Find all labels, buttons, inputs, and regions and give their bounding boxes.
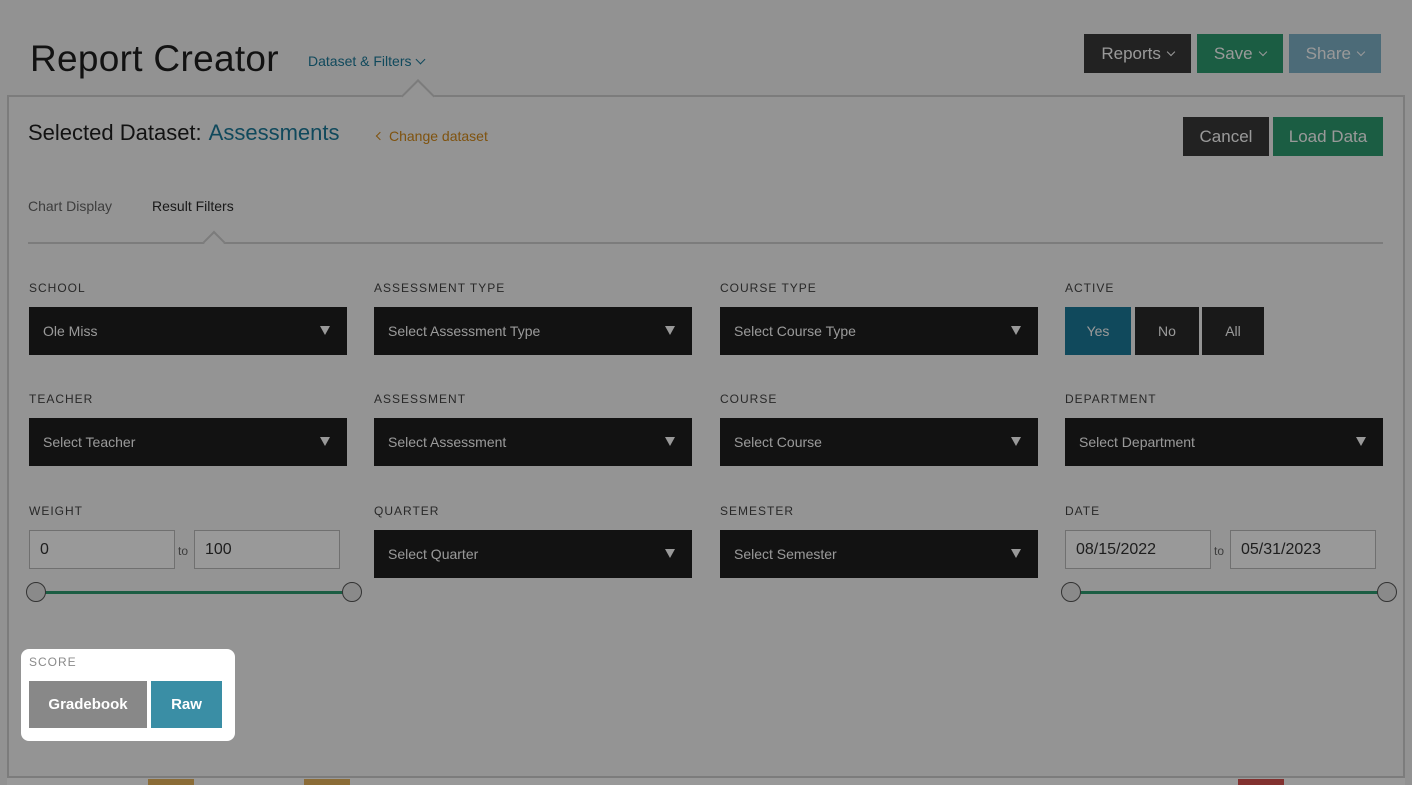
weight-label: WEIGHT [29,504,83,518]
tab-divider [28,242,1383,244]
weight-max-input[interactable] [194,530,340,569]
department-value: Select Department [1079,434,1195,450]
quarter-value: Select Quarter [388,546,479,562]
dropdown-arrow-icon [1356,437,1366,446]
selected-dataset: Selected Dataset: Assessments [28,120,340,146]
dropdown-arrow-icon [665,437,675,446]
quarter-select[interactable]: Select Quarter [374,530,692,578]
dropdown-arrow-icon [320,326,330,335]
date-slider-track[interactable] [1071,591,1387,594]
load-data-button[interactable]: Load Data [1273,117,1383,156]
chart-preview-cell [1238,779,1284,785]
dataset-filters-menu[interactable]: Dataset & Filters [308,53,426,69]
chevron-down-icon [416,54,426,64]
assessment-type-label: ASSESSMENT TYPE [374,281,506,295]
tab-chart-display[interactable]: Chart Display [28,196,112,216]
semester-select[interactable]: Select Semester [720,530,1038,578]
date-label: DATE [1065,504,1101,518]
course-type-value: Select Course Type [734,323,856,339]
teacher-select[interactable]: Select Teacher [29,418,347,466]
weight-slider-min-handle[interactable] [26,582,46,602]
quarter-label: QUARTER [374,504,440,518]
semester-value: Select Semester [734,546,837,562]
dropdown-arrow-icon [1011,326,1021,335]
school-value: Ole Miss [43,323,98,339]
chart-preview-strip [7,778,1405,785]
date-slider-min-handle[interactable] [1061,582,1081,602]
weight-slider-max-handle[interactable] [342,582,362,602]
active-yes-button[interactable]: Yes [1065,307,1131,355]
date-slider-max-handle[interactable] [1377,582,1397,602]
chevron-down-icon [1166,47,1176,56]
date-end-input[interactable] [1230,530,1376,569]
score-gradebook-button[interactable]: Gradebook [29,681,147,728]
chart-preview-cell [304,779,350,785]
assessment-type-select[interactable]: Select Assessment Type [374,307,692,355]
department-label: DEPARTMENT [1065,392,1157,406]
reports-label: Reports [1101,43,1161,63]
active-all-button[interactable]: All [1202,307,1264,355]
course-label: COURSE [720,392,778,406]
dropdown-arrow-icon [665,549,675,558]
page-header: Report Creator Dataset & Filters Reports… [0,0,1412,96]
selected-dataset-prefix: Selected Dataset: [28,120,202,145]
assessment-label: ASSESSMENT [374,392,467,406]
chart-preview-cell [148,779,194,785]
weight-slider-track[interactable] [36,591,352,594]
selected-dataset-name: Assessments [208,120,340,145]
save-button[interactable]: Save [1196,34,1283,73]
cancel-button[interactable]: Cancel [1183,117,1269,156]
chevron-left-icon [375,131,385,141]
chevron-down-icon [1356,47,1366,56]
page-title: Report Creator [30,38,279,79]
weight-min-input[interactable] [29,530,175,569]
weight-to-label: to [178,544,189,558]
teacher-label: TEACHER [29,392,94,406]
save-label: Save [1213,43,1253,63]
dropdown-arrow-icon [320,437,330,446]
dropdown-arrow-icon [665,326,675,335]
score-label: SCORE [29,655,77,669]
dropdown-arrow-icon [1011,549,1021,558]
assessment-select[interactable]: Select Assessment [374,418,692,466]
course-select[interactable]: Select Course [720,418,1038,466]
active-label: ACTIVE [1065,281,1115,295]
school-label: SCHOOL [29,281,86,295]
course-value: Select Course [734,434,822,450]
dataset-filters-label: Dataset & Filters [308,53,412,69]
semester-label: SEMESTER [720,504,795,518]
chevron-down-icon [1258,47,1267,56]
active-no-button[interactable]: No [1135,307,1199,355]
score-raw-button[interactable]: Raw [151,681,222,728]
date-start-input[interactable] [1065,530,1211,569]
course-type-select[interactable]: Select Course Type [720,307,1038,355]
department-select[interactable]: Select Department [1065,418,1383,466]
assessment-value: Select Assessment [388,434,507,450]
panel-tabs: Chart Display Result Filters [28,196,234,216]
school-select[interactable]: Ole Miss [29,307,347,355]
share-label: Share [1305,43,1351,63]
top-actions: Reports Save Share [1084,34,1381,73]
dropdown-arrow-icon [1011,437,1021,446]
change-dataset-link[interactable]: Change dataset [375,128,488,144]
tab-result-filters[interactable]: Result Filters [152,196,234,216]
change-dataset-label: Change dataset [389,128,488,144]
share-button[interactable]: Share [1288,34,1381,73]
assessment-type-value: Select Assessment Type [388,323,541,339]
reports-button[interactable]: Reports [1084,34,1191,73]
course-type-label: COURSE TYPE [720,281,817,295]
date-to-label: to [1214,544,1225,558]
teacher-value: Select Teacher [43,434,136,450]
